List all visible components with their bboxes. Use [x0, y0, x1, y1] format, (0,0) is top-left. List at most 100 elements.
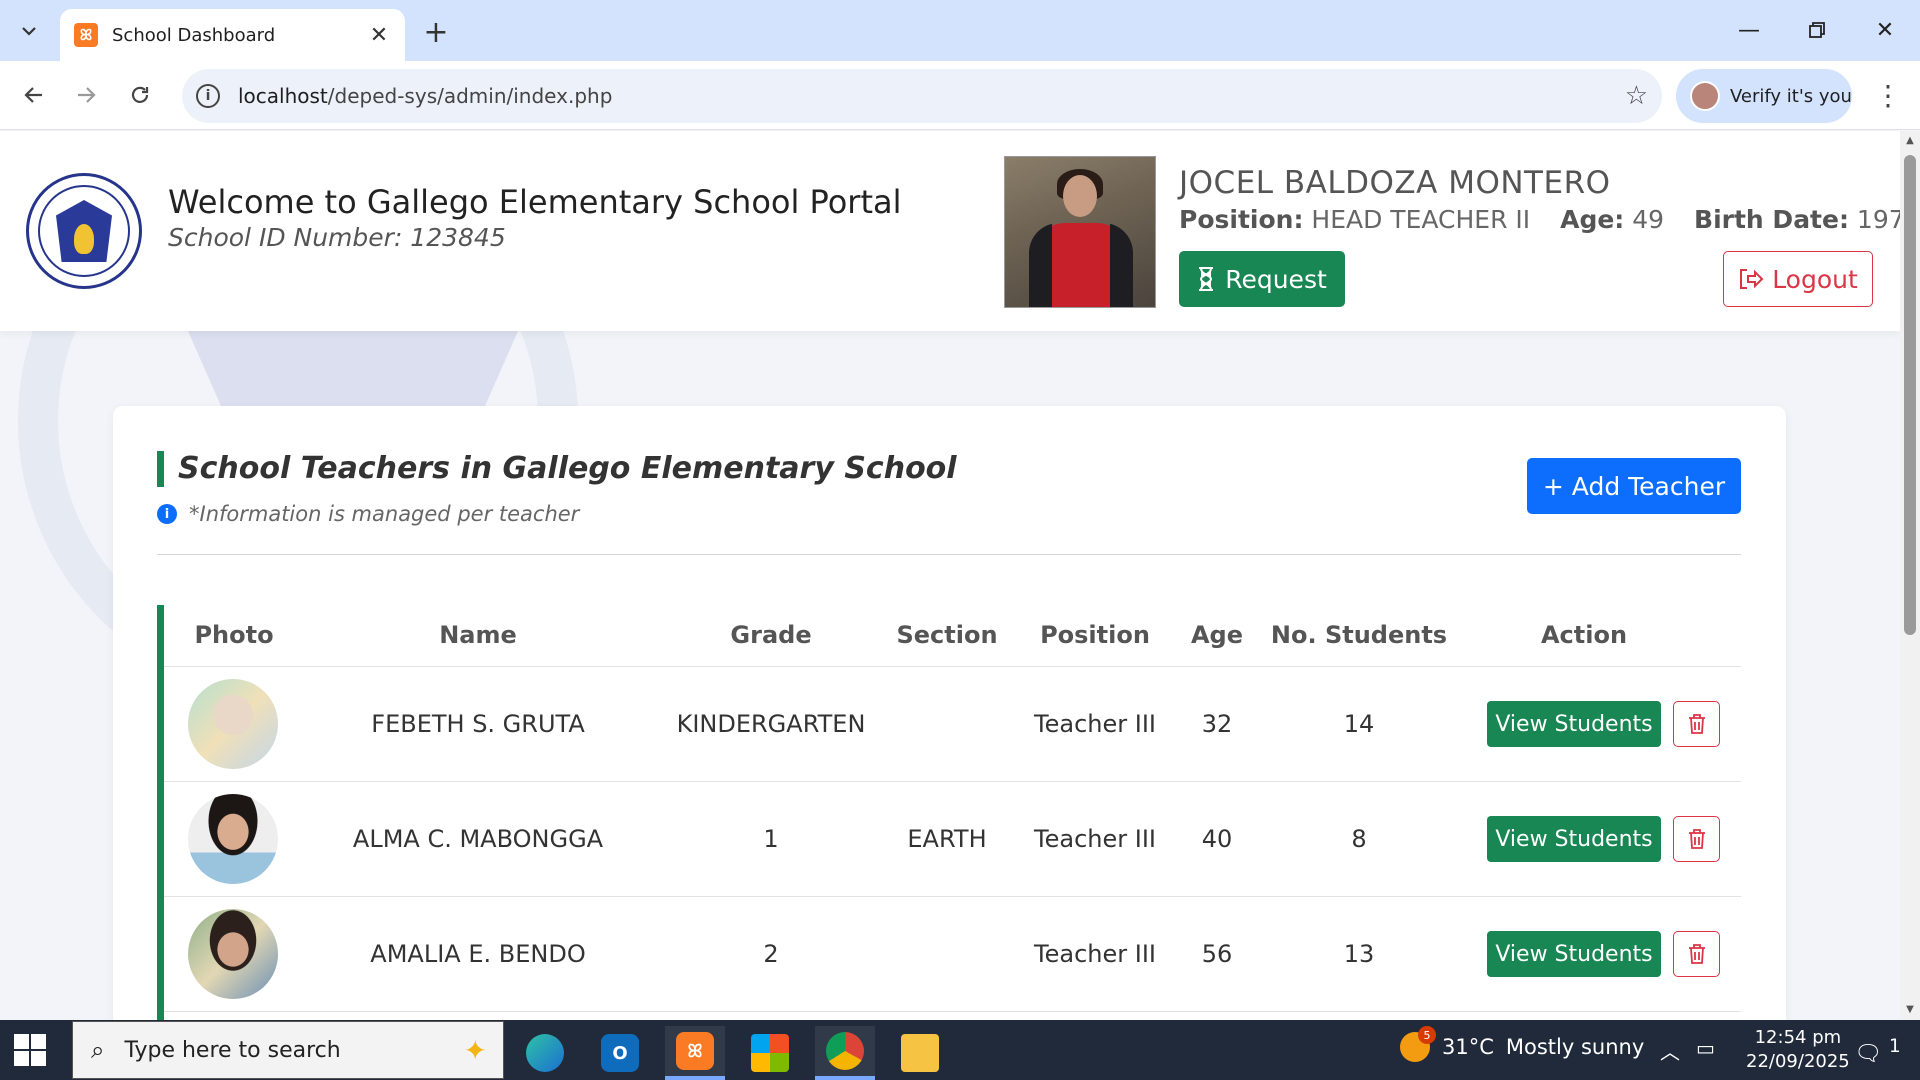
- tab-close-icon[interactable]: ✕: [367, 23, 391, 48]
- col-students: No. Students: [1270, 621, 1448, 649]
- scroll-down-icon[interactable]: ▼: [1904, 1004, 1916, 1016]
- new-tab-button[interactable]: +: [418, 14, 454, 50]
- taskbar-xampp[interactable]: ꕤ: [665, 1026, 725, 1080]
- weather-badge: 5: [1418, 1026, 1436, 1044]
- card-note: i *Information is managed per teacher: [157, 502, 579, 526]
- scroll-up-icon[interactable]: ▲: [1904, 135, 1916, 147]
- view-students-button[interactable]: View Students: [1487, 701, 1661, 747]
- taskbar-outlook[interactable]: O: [590, 1026, 650, 1080]
- reload-button[interactable]: [118, 73, 162, 117]
- tab-title: School Dashboard: [112, 24, 276, 46]
- age-label: Age:: [1560, 205, 1625, 234]
- teacher-position: Teacher III: [1034, 710, 1156, 738]
- card-title: School Teachers in Gallego Elementary Sc…: [157, 451, 957, 487]
- info-icon: i: [157, 504, 177, 524]
- delete-teacher-button[interactable]: [1673, 931, 1720, 977]
- teacher-students: 14: [1343, 710, 1375, 738]
- view-students-button[interactable]: View Students: [1487, 816, 1661, 862]
- close-window-button[interactable]: ✕: [1862, 8, 1908, 52]
- teacher-section: EARTH: [907, 825, 987, 853]
- taskbar-explorer[interactable]: [890, 1026, 950, 1080]
- delete-teacher-button[interactable]: [1673, 816, 1720, 862]
- minimize-button[interactable]: —: [1726, 8, 1772, 52]
- trash-icon: [1688, 829, 1705, 849]
- teacher-position: Teacher III: [1034, 825, 1156, 853]
- browser-menu-icon[interactable]: ⋮: [1868, 73, 1908, 117]
- taskbar-edge[interactable]: [515, 1026, 575, 1080]
- address-bar[interactable]: i localhost/deped-sys/admin/index.php ☆: [182, 69, 1662, 123]
- teacher-name: AMALIA E. BENDO: [370, 940, 586, 968]
- school-id-text: School ID Number: 123845: [168, 223, 506, 252]
- table-header: Photo Name Grade Section Position Age No…: [164, 605, 1741, 667]
- windows-start-icon[interactable]: [14, 1034, 46, 1066]
- taskbar-search-box[interactable]: ⌕ Type here to search ✦: [72, 1021, 504, 1079]
- teacher-photo: [188, 794, 278, 884]
- tray-chevron-icon[interactable]: ︿: [1660, 1036, 1680, 1065]
- weather-sun-icon: 5: [1400, 1026, 1436, 1062]
- col-name: Name: [439, 621, 517, 649]
- logout-button[interactable]: Logout: [1723, 251, 1873, 307]
- trash-icon: [1688, 944, 1705, 964]
- divider: [157, 554, 1741, 555]
- profile-avatar-icon: [1690, 81, 1720, 111]
- col-photo: Photo: [194, 621, 274, 649]
- user-profile-photo: [1004, 156, 1156, 308]
- outlook-icon: O: [601, 1034, 639, 1072]
- taskbar-clock[interactable]: 12:54 pm 22/09/2025: [1746, 1026, 1850, 1074]
- logout-label: Logout: [1772, 264, 1858, 294]
- taskbar-chrome[interactable]: [815, 1026, 875, 1080]
- position-value: HEAD TEACHER II: [1311, 205, 1531, 234]
- url-path: /deped-sys/admin/index.php: [327, 84, 613, 108]
- delete-teacher-button[interactable]: [1673, 701, 1720, 747]
- notification-button[interactable]: 🗨 1: [1854, 1036, 1901, 1066]
- teacher-grade: KINDERGARTEN: [676, 710, 866, 738]
- page-viewport: Welcome to Gallego Elementary School Por…: [0, 131, 1900, 1020]
- site-info-icon[interactable]: i: [196, 84, 220, 108]
- verify-profile-button[interactable]: Verify it's you: [1676, 69, 1852, 123]
- restore-icon: [1809, 22, 1825, 38]
- notification-icon: 🗨: [1854, 1041, 1882, 1067]
- add-teacher-button[interactable]: + Add Teacher: [1527, 458, 1741, 514]
- welcome-title: Welcome to Gallego Elementary School Por…: [168, 183, 902, 221]
- edge-icon: [526, 1034, 564, 1072]
- back-button[interactable]: [12, 73, 56, 117]
- teacher-grade: 2: [763, 940, 779, 968]
- view-students-button[interactable]: View Students: [1487, 931, 1661, 977]
- url-host: localhost: [238, 84, 328, 108]
- table-row: AMALIA E. BENDO 2 Teacher III 56 13 View…: [164, 897, 1741, 1012]
- col-grade: Grade: [730, 621, 812, 649]
- trash-icon: [1688, 714, 1705, 734]
- bookmark-star-icon[interactable]: ☆: [1625, 81, 1648, 111]
- page-scrollbar[interactable]: ▲ ▼: [1900, 131, 1920, 1020]
- request-button[interactable]: Request: [1179, 251, 1345, 307]
- user-details: Position: HEAD TEACHER II Age: 49 Birth …: [1179, 205, 1900, 234]
- clock-date: 22/09/2025: [1746, 1051, 1850, 1072]
- chevron-down-icon: [22, 27, 36, 36]
- taskbar-store[interactable]: [740, 1026, 800, 1080]
- table-row: ALMA C. MABONGGA 1 EARTH Teacher III 40 …: [164, 782, 1741, 897]
- store-icon: [751, 1034, 789, 1072]
- teacher-name: FEBETH S. GRUTA: [371, 710, 585, 738]
- browser-tab-active[interactable]: ꕤ School Dashboard ✕: [60, 9, 405, 61]
- teacher-grade: 1: [763, 825, 779, 853]
- birth-date-value: 1975-11-15: [1856, 205, 1900, 234]
- teacher-name: ALMA C. MABONGGA: [352, 825, 604, 853]
- age-value: 49: [1632, 205, 1665, 234]
- arrow-left-icon: [24, 87, 42, 103]
- forward-button[interactable]: [64, 73, 108, 117]
- chrome-icon: [826, 1032, 864, 1070]
- tab-search-button[interactable]: [10, 12, 48, 50]
- weather-widget[interactable]: 5 31°C Mostly sunny: [1400, 1026, 1644, 1062]
- logout-icon: [1740, 269, 1764, 289]
- deped-seal-logo: [26, 173, 142, 289]
- arrow-right-icon: [78, 87, 96, 103]
- sparkle-icon: ✦: [463, 1033, 487, 1067]
- user-name: JOCEL BALDOZA MONTERO: [1179, 165, 1611, 201]
- teachers-table: Photo Name Grade Section Position Age No…: [157, 605, 1741, 1020]
- scrollbar-thumb[interactable]: [1904, 155, 1916, 635]
- url-text[interactable]: localhost/deped-sys/admin/index.php: [238, 84, 1625, 108]
- teachers-card: School Teachers in Gallego Elementary Sc…: [113, 406, 1786, 1020]
- battery-icon[interactable]: ▭: [1696, 1036, 1715, 1060]
- teacher-position: Teacher III: [1034, 940, 1156, 968]
- restore-button[interactable]: [1794, 8, 1840, 52]
